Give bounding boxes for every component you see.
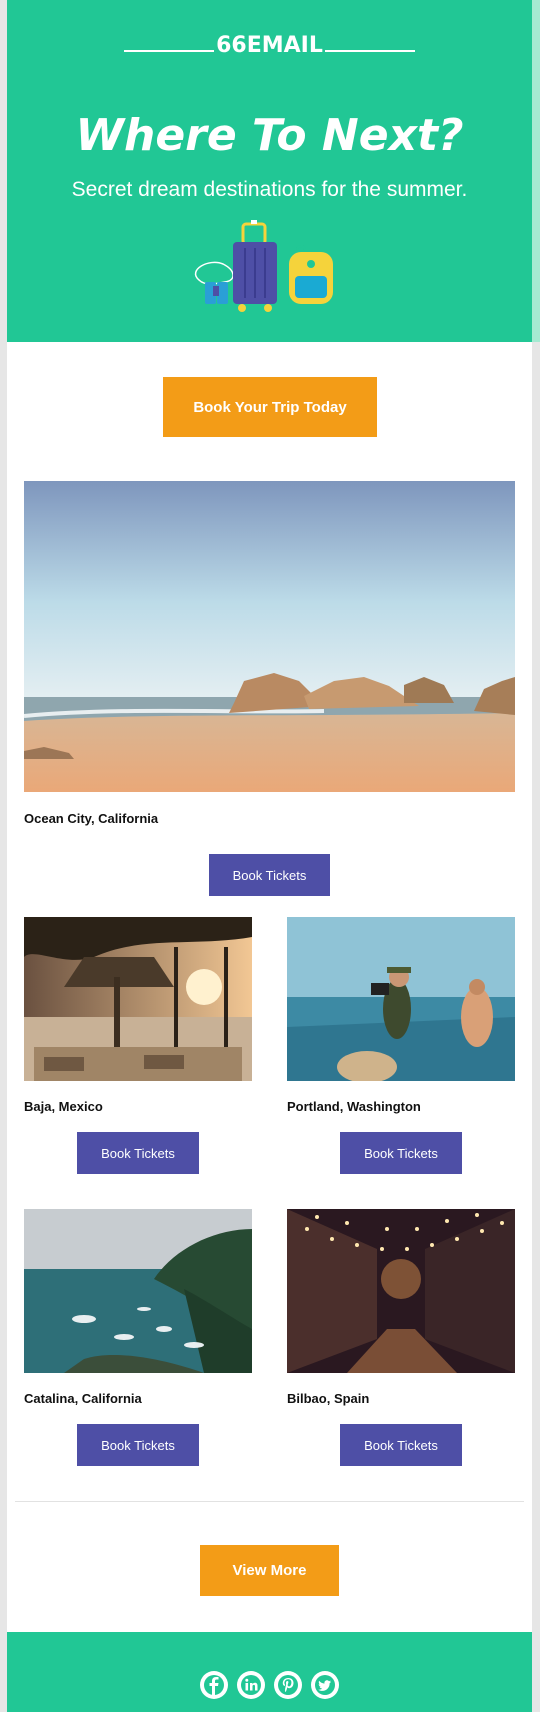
twitter-icon[interactable] — [311, 1671, 339, 1699]
logo-row: 66EMAIL — [7, 33, 532, 59]
book-tickets-button-catalina[interactable]: Book Tickets — [77, 1424, 199, 1466]
hero-subtitle: Secret dream destinations for the summer… — [71, 178, 468, 201]
featured-destination-image[interactable] — [24, 481, 515, 792]
section-divider — [15, 1501, 524, 1502]
facebook-icon[interactable] — [200, 1671, 228, 1699]
page-margin-accent — [532, 0, 540, 342]
destination-caption-portland: Portland, Washington — [287, 1099, 421, 1114]
destination-image-baja[interactable] — [24, 917, 252, 1081]
brand-logo[interactable]: 66EMAIL — [7, 33, 532, 58]
linkedin-icon[interactable] — [237, 1671, 265, 1699]
destination-caption-baja: Baja, Mexico — [24, 1099, 103, 1114]
featured-caption: Ocean City, California — [24, 811, 159, 826]
book-tickets-button[interactable]: Book Tickets — [209, 854, 330, 896]
destination-image-catalina[interactable] — [24, 1209, 252, 1373]
logo-divider-right — [325, 50, 415, 52]
hero-title: Where To Next? — [75, 110, 464, 161]
book-tickets-button-baja[interactable]: Book Tickets — [77, 1132, 199, 1174]
pinterest-icon[interactable] — [274, 1671, 302, 1699]
footer — [7, 1632, 532, 1712]
destination-caption-bilbao: Bilbao, Spain — [287, 1391, 370, 1406]
book-trip-button[interactable]: Book Your Trip Today — [163, 377, 377, 437]
destination-caption-catalina: Catalina, California — [24, 1391, 142, 1406]
travel-illustration — [194, 220, 333, 312]
destination-image-bilbao[interactable] — [287, 1209, 515, 1373]
email-container: 66EMAIL Where To Next? Secret dream dest… — [7, 0, 532, 1712]
view-more-button[interactable]: View More — [200, 1545, 339, 1596]
book-tickets-button-bilbao[interactable]: Book Tickets — [340, 1424, 462, 1466]
book-tickets-button-portland[interactable]: Book Tickets — [340, 1132, 462, 1174]
hero-banner: 66EMAIL Where To Next? Secret dream dest… — [7, 0, 532, 342]
destination-image-portland[interactable] — [287, 917, 515, 1081]
